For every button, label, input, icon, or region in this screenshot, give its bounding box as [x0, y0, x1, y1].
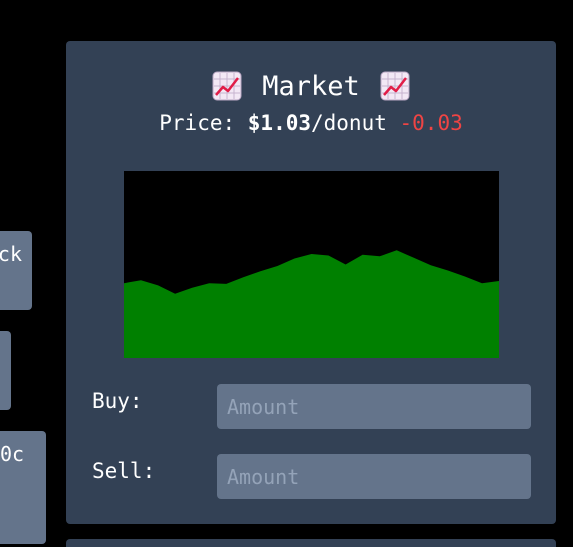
- chart-increasing-icon: [212, 71, 242, 101]
- left-action-button-3[interactable]: 0c: [0, 431, 46, 544]
- chart-increasing-icon: [380, 71, 410, 101]
- left-action-button-1[interactable]: ck: [0, 231, 32, 310]
- left-action-button-2[interactable]: [0, 331, 11, 410]
- market-panel: Market Price: $1.03/donut -0.03 Buy: Amo…: [66, 41, 556, 524]
- next-panel: [66, 539, 556, 547]
- price-unit: /donut: [311, 111, 387, 135]
- price-chart: [124, 171, 499, 358]
- price-value: $1.03: [247, 111, 311, 135]
- buy-amount-input[interactable]: [217, 384, 531, 429]
- price-chart-svg: [124, 171, 499, 358]
- market-title-row: Market: [66, 69, 556, 103]
- price-change: -0.03: [399, 111, 463, 135]
- buy-label: Buy:: [92, 389, 143, 413]
- sell-label: Sell:: [92, 459, 156, 483]
- left-action-button-1-label: ck: [0, 242, 22, 266]
- price-label: Price:: [159, 111, 248, 135]
- sell-amount-input[interactable]: [217, 454, 531, 499]
- screen: ck 0c Market Price: $1.03/donut -0.03 Bu…: [0, 0, 573, 547]
- market-title: Market: [262, 70, 360, 102]
- left-action-button-3-label: 0c: [0, 442, 25, 466]
- price-line: Price: $1.03/donut -0.03: [66, 111, 556, 135]
